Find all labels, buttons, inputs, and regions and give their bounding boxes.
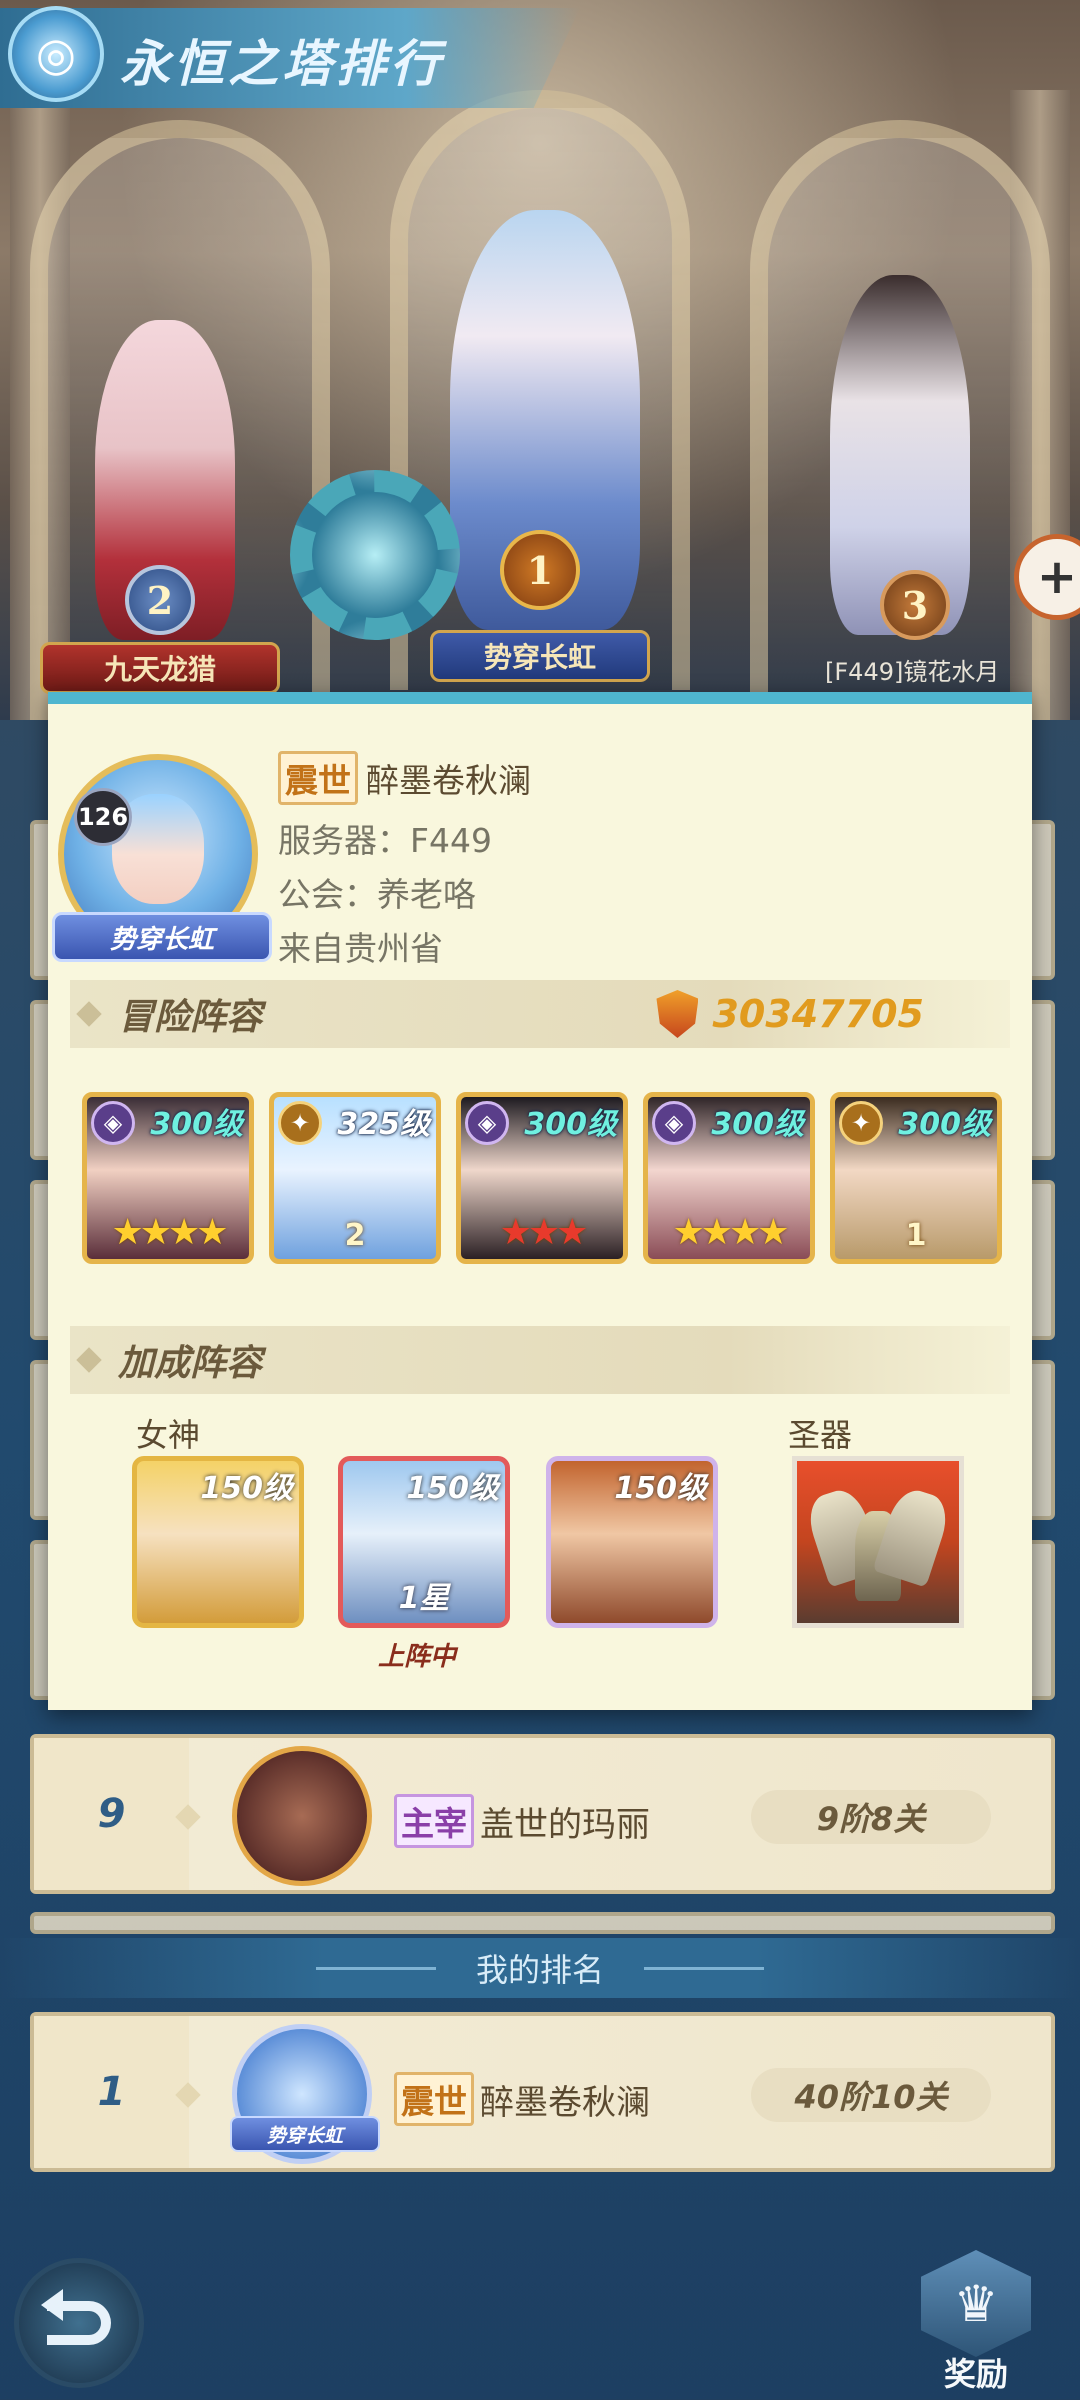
row-rank: 9 [34, 1738, 189, 1890]
ornament-line [315, 1966, 436, 1970]
deployed-status: 上阵中 [378, 1642, 457, 1672]
artifact-label: 圣器 [788, 1416, 853, 1454]
light-type-icon: ✦ [278, 1101, 322, 1145]
power-shield-icon [656, 990, 699, 1038]
light-type-icon: ✦ [839, 1101, 883, 1145]
table-row[interactable]: 9 主宰 盖世的玛丽 9阶8关 [30, 1734, 1055, 1894]
section-bullet [76, 1347, 102, 1373]
goddess-level: 150级 [200, 1471, 293, 1506]
hero-level: 325级 [337, 1107, 430, 1142]
hero-awaken-level: 2 [344, 1218, 366, 1253]
hero-card[interactable]: ◈ 300级 ★★★★ [82, 1092, 254, 1264]
origin-text: 来自贵州省 [278, 929, 443, 968]
podium-scene: 2 九天龙猎 1 势穿长虹 3 [F449]镜花水月 [0, 0, 1080, 720]
snowflake-weapon [290, 470, 460, 640]
guild-text: 公会：养老咯 [278, 875, 476, 914]
back-arrow-icon [41, 2289, 111, 2345]
dark-type-icon: ◈ [465, 1101, 509, 1145]
avatar-title-plate: 势穿长虹 [230, 2116, 380, 2152]
hero-awaken-level: 1 [905, 1218, 927, 1253]
avatar[interactable] [232, 1746, 372, 1886]
artifact-wing [872, 1484, 954, 1588]
ornament-line [644, 1966, 764, 1970]
artifact-card[interactable] [792, 1456, 964, 1628]
player-detail-popup[interactable]: 126 势穿长虹 震世 醉墨卷秋澜 服务器：F449 公会：养老咯 来自贵州省 … [48, 692, 1032, 1710]
first-place-plate: 势穿长虹 [430, 630, 650, 682]
hero-card[interactable]: ◈ 300级 ★★★★ [643, 1092, 815, 1264]
guild-tag: 震世 [394, 2072, 474, 2126]
rank-3-badge: 3 [880, 570, 950, 640]
power-display: 30347705 [656, 990, 924, 1038]
adventure-section-header: 冒险阵容 30347705 [70, 980, 1010, 1048]
my-rank-title: 我的排名 [475, 1951, 604, 1989]
power-value: 30347705 [712, 992, 924, 1036]
tower-emblem-icon: ◎ [8, 6, 104, 102]
hero-stars: ★★★★ [111, 1212, 228, 1253]
goddess-card[interactable]: 150级 [132, 1456, 304, 1628]
server-text: 服务器：F449 [278, 821, 492, 860]
player-name: 醉墨卷秋澜 [480, 2082, 650, 2123]
dark-type-icon: ◈ [652, 1101, 696, 1145]
page-title: 永恒之塔排行 [120, 35, 444, 93]
player-name-line: 震世 醉墨卷秋澜 [278, 751, 531, 805]
goddess-level: 150级 [614, 1471, 707, 1506]
dark-type-icon: ◈ [91, 1101, 135, 1145]
goddess-card[interactable]: 150级 [546, 1456, 718, 1628]
guild-tag: 震世 [278, 751, 358, 805]
goddess-level: 150级 [406, 1471, 499, 1506]
player-level-badge: 126 [74, 788, 132, 846]
player-name-line: 震世 醉墨卷秋澜 [394, 2072, 650, 2126]
player-name-line: 主宰 盖世的玛丽 [394, 1794, 650, 1848]
guild-tag: 主宰 [394, 1794, 474, 1848]
player-name: 醉墨卷秋澜 [366, 761, 531, 800]
player-name: 盖世的玛丽 [480, 1804, 650, 1845]
bonus-title: 加成阵容 [118, 1343, 263, 1384]
floor-progress: 9阶8关 [751, 1790, 991, 1844]
hero-level: 300级 [150, 1107, 243, 1142]
second-place-plate: 九天龙猎 [40, 642, 280, 694]
adventure-title: 冒险阵容 [118, 997, 263, 1038]
goddess-label: 女神 [136, 1416, 201, 1454]
row-rank: 1 [34, 2016, 189, 2168]
hero-card[interactable]: ✦ 325级 2 [269, 1092, 441, 1264]
my-rank-row[interactable]: 1 势穿长虹 震世 醉墨卷秋澜 40阶10关 [30, 2012, 1055, 2172]
crown-icon: ♛ [921, 2250, 1031, 2357]
back-button[interactable] [14, 2258, 144, 2388]
rank-1-badge: 1 [500, 530, 580, 610]
reward-button[interactable]: ♛ 奖励 [912, 2250, 1040, 2395]
third-place-name: [F449]镜花水月 [825, 658, 1000, 686]
list-row-bg [30, 1912, 1055, 1934]
section-bullet [76, 1001, 102, 1027]
floor-progress: 40阶10关 [751, 2068, 991, 2122]
hero-level: 300级 [711, 1107, 804, 1142]
hero-level: 300级 [524, 1107, 617, 1142]
goddess-star: 1星 [398, 1581, 450, 1616]
hero-stars: ★★★★ [672, 1212, 789, 1253]
goddess-card[interactable]: 150级 1星 [338, 1456, 510, 1628]
hero-card[interactable]: ◈ 300级 ★★★ [456, 1092, 628, 1264]
hero-stars: ★★★ [499, 1212, 589, 1253]
hero-card[interactable]: ✦ 300级 1 [830, 1092, 1002, 1264]
my-rank-header: 我的排名 [0, 1938, 1080, 1998]
rank-2-badge: 2 [125, 565, 195, 635]
player-info: 震世 醉墨卷秋澜 服务器：F449 公会：养老咯 来自贵州省 [278, 751, 531, 976]
hero-level: 300级 [898, 1107, 991, 1142]
avatar-title-plate: 势穿长虹 [52, 912, 272, 962]
bonus-section-header: 加成阵容 [70, 1326, 1010, 1394]
